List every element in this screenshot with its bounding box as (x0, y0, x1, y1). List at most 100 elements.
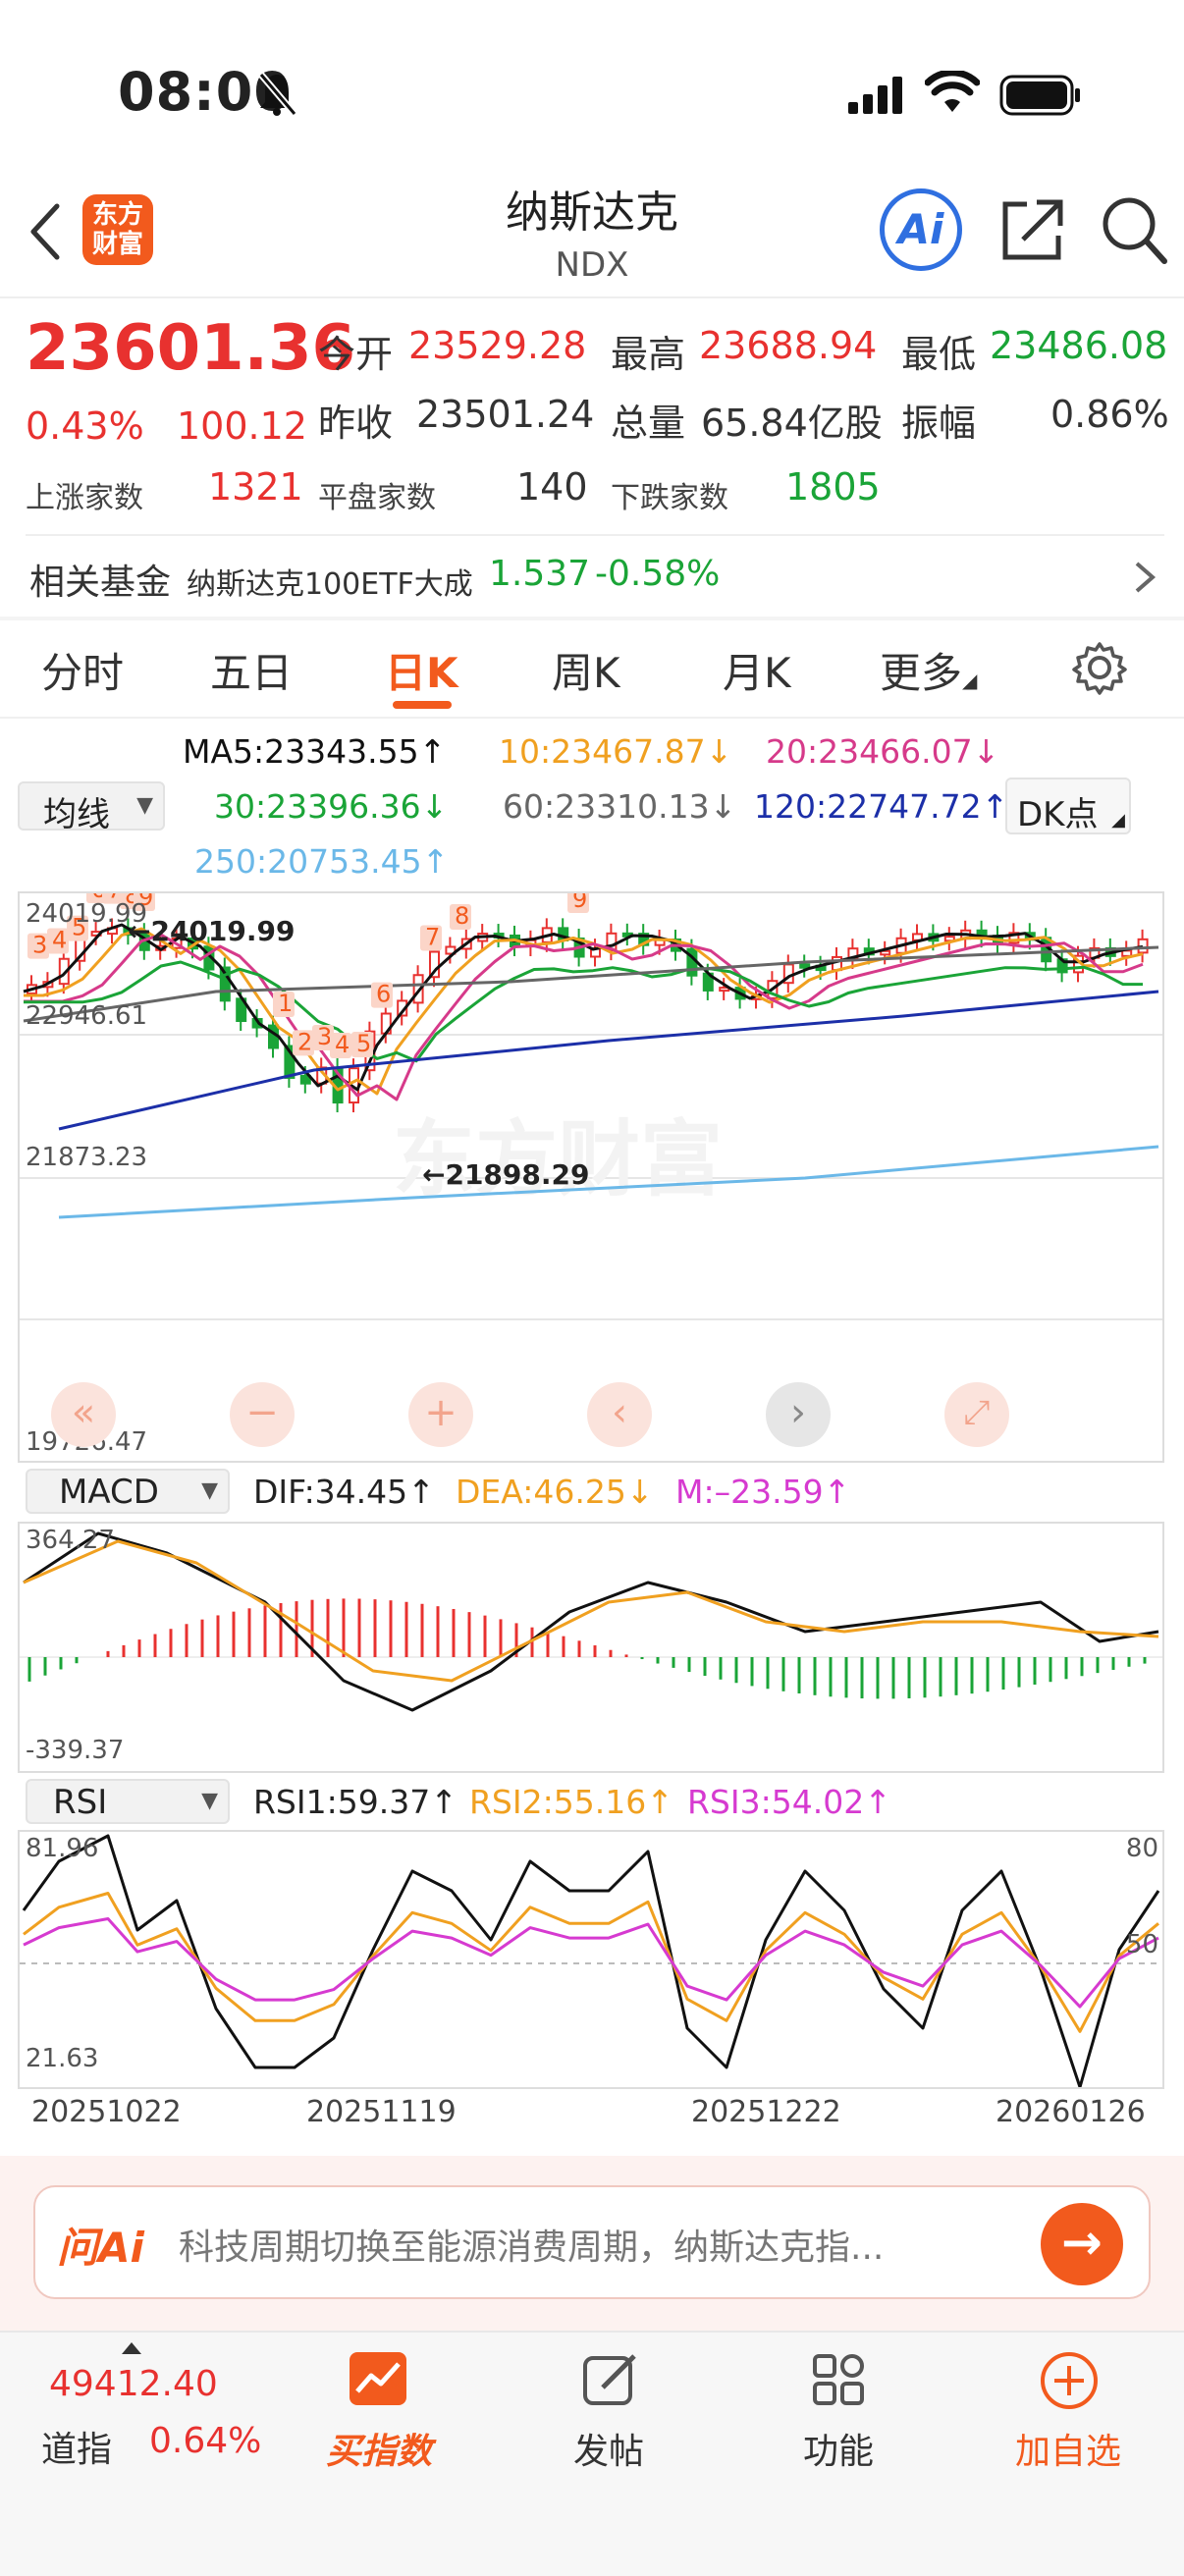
kline-min-label: ←21898.29 (422, 1158, 590, 1191)
nav-post-label: 发帖 (572, 2432, 644, 2472)
ma5-arrow: ↑ (418, 732, 447, 771)
macd-dea-value: DEA:46.25 (456, 1473, 626, 1511)
rsi-selector[interactable]: RSI ▼ (26, 1779, 230, 1824)
ma5-legend: MA5:23343.55↑ (183, 732, 446, 771)
macd-y-top: 364.27 (26, 1526, 115, 1555)
macd-selector-label: MACD (59, 1473, 159, 1512)
kline-max-label: ←24019.99 (128, 915, 296, 947)
ask-ai-input[interactable]: 问Ai 科技周期切换至能源消费周期，纳斯达克指... (33, 2185, 1151, 2299)
high-label: 最高 (611, 333, 686, 376)
ma10-legend: 10:23467.87↓ (499, 732, 732, 771)
ma250-value: 250:20753.45 (194, 842, 422, 881)
rsi1-value: RSI1:59.37 (253, 1783, 431, 1821)
tab-more-label: 更多 (880, 649, 963, 697)
ma120-line (58, 990, 1159, 1131)
ma5-value: MA5:23343.55 (183, 732, 419, 771)
down-count-value: 1805 (785, 465, 881, 509)
scroll-right-button[interactable]: › (766, 1382, 831, 1447)
ask-ai-go-button[interactable]: → (1041, 2203, 1123, 2285)
ma10-value: 10:23467.87 (499, 732, 706, 771)
share-icon[interactable] (999, 196, 1066, 263)
ma20-legend: 20:23466.07↓ (766, 732, 999, 771)
tab-five-day[interactable]: 五日 (210, 640, 293, 700)
volume-label: 总量 (611, 402, 686, 445)
rsi3-legend: RSI3:54.02↑ (687, 1783, 891, 1821)
td-sequence-number: 4 (335, 1031, 350, 1058)
kline-min-value: 21898.29 (445, 1158, 590, 1191)
rsi-svg (20, 1834, 1162, 2087)
macd-selector[interactable]: MACD ▼ (26, 1469, 230, 1514)
tabs-divider (0, 717, 1184, 719)
rsi2-arrow: ↑ (646, 1783, 673, 1821)
caret-icon: ◢ (962, 669, 978, 692)
fund-change: -0.58% (595, 554, 721, 594)
ma120-value: 120:22747.72 (754, 787, 982, 826)
tab-monthly-k[interactable]: 月K (723, 640, 791, 700)
nav-post[interactable]: 发帖 (520, 2333, 697, 2529)
macd-dif-value: DIF:34.45 (253, 1473, 408, 1511)
scroll-left-button[interactable]: ‹ (587, 1382, 652, 1447)
fund-price: 1.537 (489, 554, 591, 594)
dropdown-caret-icon: ▼ (201, 1478, 218, 1503)
date-label: 20260126 (996, 2095, 1146, 2129)
current-price: 23601.36 (26, 312, 356, 385)
td-sequence-number: 8 (455, 902, 469, 930)
td-sequence-number: 6 (376, 981, 391, 1008)
ma30-value: 30:23396.36 (214, 787, 421, 826)
kline-svg: 东方财富 3456789123456789 (20, 893, 1162, 1320)
ma-selector-label: 均线 (43, 795, 110, 834)
macd-dif-legend: DIF:34.45↑ (253, 1473, 435, 1511)
volume-value: 65.84亿股 (701, 402, 883, 445)
date-label: 20251022 (31, 2095, 182, 2129)
ma30-legend: 30:23396.36↓ (214, 787, 448, 826)
ai-assistant-button[interactable]: Ai (880, 188, 962, 271)
nav-functions-label: 功能 (802, 2432, 874, 2472)
settings-gear-icon[interactable] (1072, 640, 1127, 695)
rsi-50-label: 50 (1125, 1930, 1158, 1959)
search-icon[interactable] (1100, 194, 1168, 265)
tab-weekly-k[interactable]: 周K (552, 640, 620, 700)
low-value: 23486.08 (990, 324, 1168, 367)
ma60-value: 60:23310.13 (503, 787, 710, 826)
quote-divider (26, 534, 1164, 536)
dk-point-button[interactable]: DK点 ◢ (1005, 778, 1131, 834)
kline-y-mid: 22946.61 (26, 1001, 148, 1031)
low-label: 最低 (901, 333, 977, 376)
nav-buy-index[interactable]: 买指数 (291, 2333, 467, 2529)
tab-daily-k[interactable]: 日K (385, 640, 458, 700)
rsi-chart[interactable]: 81.96 21.63 80 50 (18, 1830, 1164, 2089)
fund-name: 纳斯达克100ETF大成 (187, 567, 473, 602)
add-circle-icon (1041, 2352, 1098, 2409)
ma10-arrow: ↓ (705, 732, 733, 771)
ma-selector[interactable]: 均线 ▼ (18, 781, 165, 834)
dk-point-label: DK点 (1017, 795, 1099, 834)
macd-chart[interactable]: 364.27 -339.37 (18, 1522, 1164, 1773)
down-count-label: 下跌家数 (611, 481, 728, 515)
ma20-value: 20:23466.07 (766, 732, 973, 771)
prev-close-label: 昨收 (318, 402, 394, 445)
nav-add-watchlist[interactable]: 加自选 (980, 2333, 1157, 2529)
open-value: 23529.28 (408, 324, 587, 367)
scroll-left-fast-button[interactable]: « (51, 1382, 116, 1447)
dow-index-value[interactable]: 49412.40 (49, 2364, 218, 2404)
tab-more[interactable]: 更多◢ (880, 640, 977, 700)
tab-active-indicator (393, 701, 452, 709)
tab-intraday[interactable]: 分时 (41, 640, 124, 700)
rsi-selector-label: RSI (53, 1783, 108, 1822)
amplitude-label: 振幅 (901, 402, 977, 445)
expand-up-icon[interactable] (122, 2342, 141, 2354)
nav-functions[interactable]: 功能 (750, 2333, 927, 2529)
rsi-y-bottom: 21.63 (26, 2044, 99, 2073)
td-sequence-number: 5 (356, 1030, 371, 1057)
fullscreen-expand-icon[interactable]: ⤢ (944, 1382, 1009, 1447)
high-value: 23688.94 (699, 324, 878, 367)
zoom-out-button[interactable]: − (230, 1382, 295, 1447)
candle-body (799, 963, 811, 969)
macd-dea-arrow: ↓ (625, 1473, 654, 1511)
kline-chart[interactable]: 东方财富 3456789123456789 24019.99 22946.61 … (18, 891, 1164, 1463)
zoom-in-button[interactable]: + (408, 1382, 473, 1447)
rsi2-line (23, 1892, 1159, 2033)
related-fund-row[interactable]: 相关基金 纳斯达克100ETF大成 1.537 -0.58% (0, 538, 1184, 613)
ma20-line (24, 933, 1144, 1101)
macd-svg (20, 1531, 1162, 1712)
